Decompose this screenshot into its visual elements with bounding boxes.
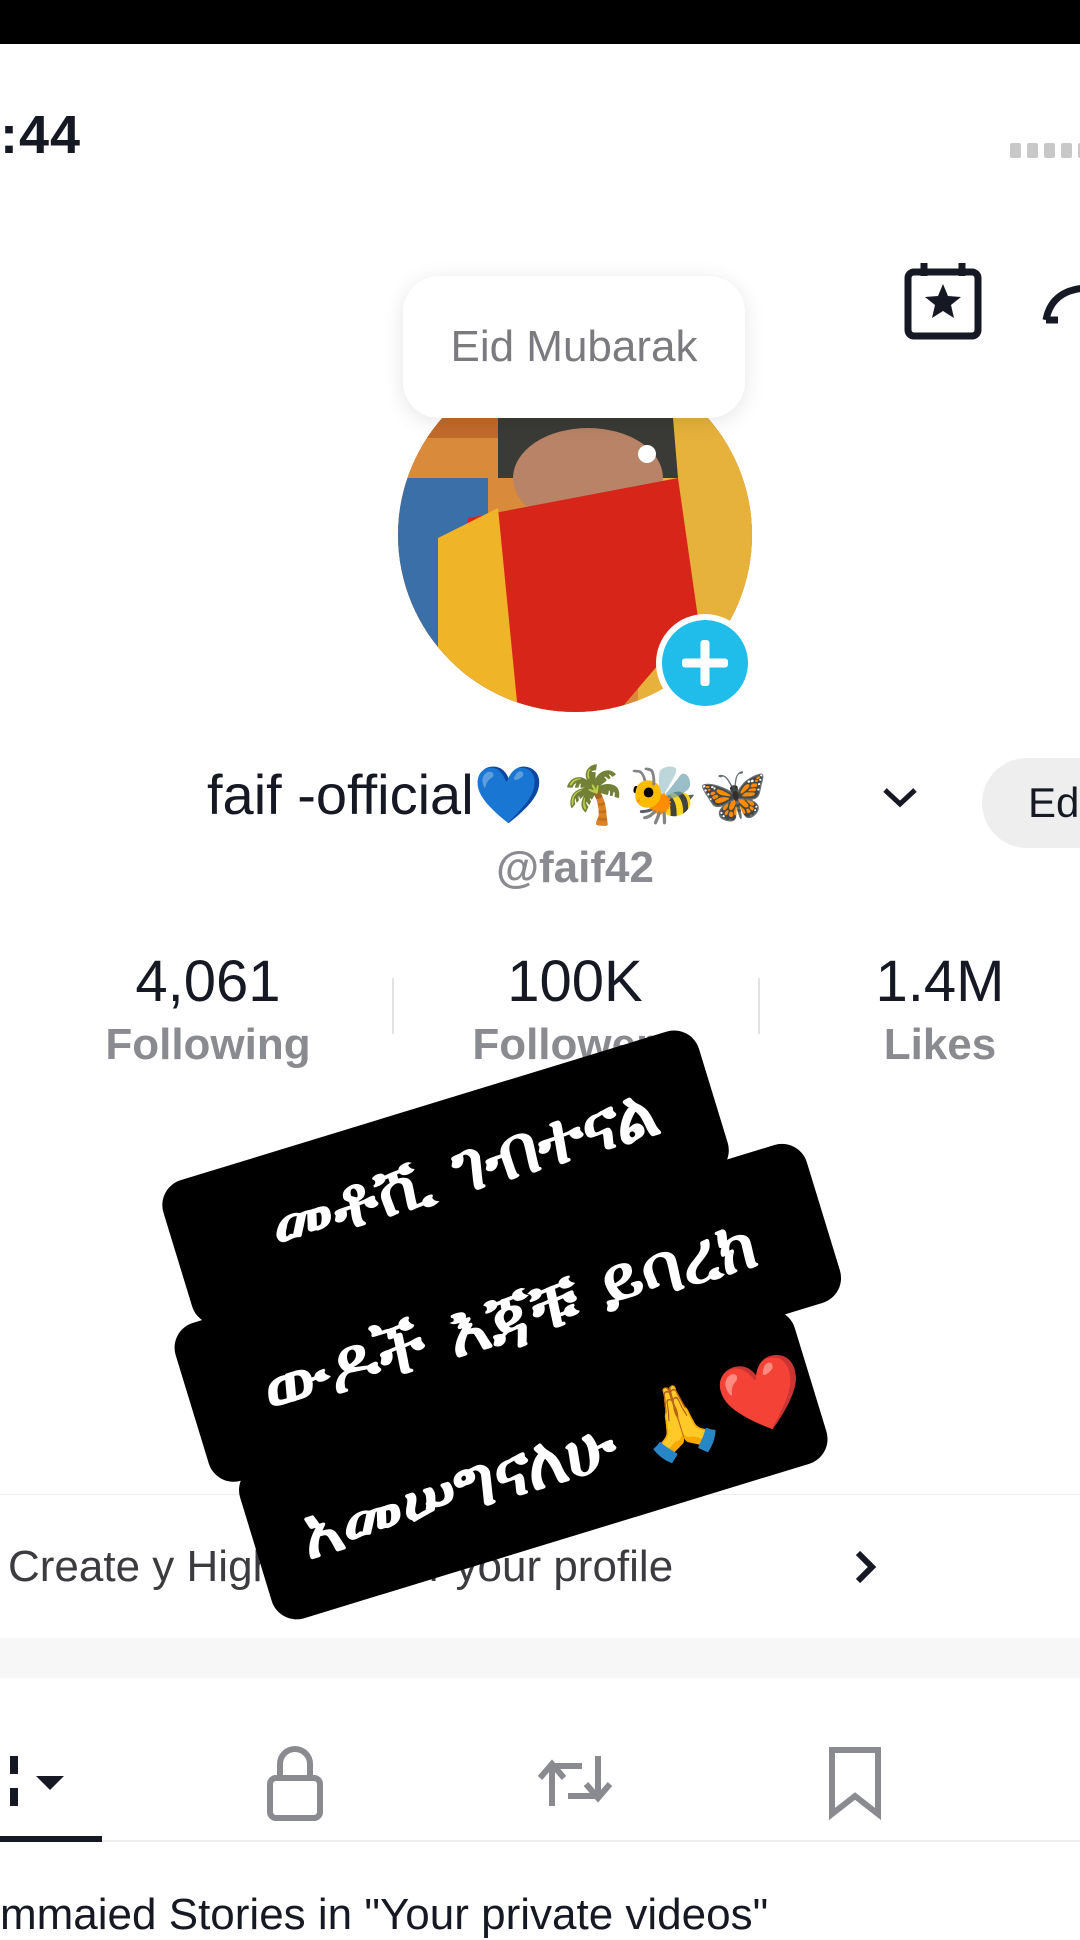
stat-value: 4,061 (135, 949, 281, 1014)
stat-likes[interactable]: 1.4M Likes (760, 948, 1080, 1070)
tab-repost-icon[interactable] (530, 1736, 620, 1826)
signal-icon (1010, 143, 1080, 158)
top-black-bar (0, 0, 1080, 44)
chevron-down-icon[interactable] (880, 782, 920, 812)
tab-videos-grid-icon[interactable] (0, 1736, 90, 1826)
calendar-star-icon[interactable] (902, 260, 984, 342)
edit-profile-button[interactable]: Ed (982, 758, 1080, 848)
stat-value: 1.4M (875, 949, 1005, 1014)
share-icon[interactable] (1040, 276, 1080, 336)
stat-label: Likes (883, 1020, 997, 1069)
status-time: :44 (0, 105, 82, 165)
stats-row: 4,061 Following 100K Followers 1.4M Like… (0, 948, 1080, 1078)
stat-value: 100K (507, 949, 643, 1014)
info-text: mmaied Stories in "Your private videos" (0, 1890, 769, 1939)
stat-label: Following (105, 1020, 311, 1069)
profile-tabs (0, 1700, 1080, 1842)
username: @faif42 (496, 843, 654, 892)
active-tab-indicator (0, 1836, 102, 1842)
tab-bookmark-icon[interactable] (810, 1736, 900, 1826)
story-bubble-text: Eid Mubarak (450, 322, 698, 371)
name-row: faif -official💙 🌴🐝🦋 Ed (0, 752, 1080, 848)
section-separator (0, 1638, 1080, 1678)
bubble-tail-dot (638, 445, 656, 463)
plus-icon (662, 620, 748, 706)
add-story-button[interactable] (656, 614, 754, 712)
tab-lock-icon[interactable] (250, 1736, 340, 1826)
edit-label: Ed (1028, 779, 1080, 826)
display-name: faif -official💙 🌴🐝🦋 (207, 763, 769, 826)
story-bubble[interactable]: Eid Mubarak (403, 276, 745, 418)
stat-divider (392, 978, 394, 1034)
stat-following[interactable]: 4,061 Following (28, 948, 388, 1070)
chevron-right-icon (850, 1547, 880, 1587)
